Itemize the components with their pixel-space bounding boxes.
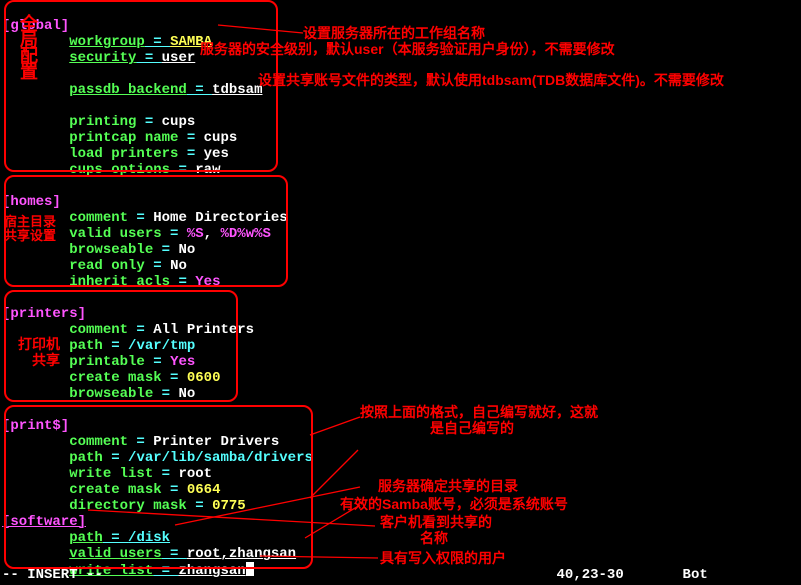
key-security: security: [69, 50, 136, 66]
key-homes-inherit: inherit acls: [69, 274, 170, 290]
status-pos: 40,23-30: [557, 567, 624, 583]
key-passdb: passdb backend: [69, 82, 187, 98]
anno-wlist: 具有写入权限的用户: [380, 550, 506, 566]
anno-workgroup: 设置服务器所在的工作组名称: [303, 25, 485, 41]
section-printers: [printers]: [2, 306, 86, 322]
key-load-printers: load printers: [69, 146, 178, 162]
val-passdb: tdbsam: [212, 82, 262, 98]
key-homes-browse: browseable: [69, 242, 153, 258]
anno-printd1: 按照上面的格式，自己编写就好，这就: [360, 404, 598, 420]
val-printcap: cups: [204, 130, 238, 146]
anno-printers-label2: 共享: [32, 352, 60, 368]
key-homes-valid: valid users: [69, 226, 161, 242]
anno-passdb: 设置共享账号文件的类型，默认使用tdbsam(TDB数据库文件)。不需要修改: [258, 72, 724, 88]
key-homes-comment: comment: [69, 210, 128, 226]
anno-printd2: 是自己编写的: [430, 420, 514, 436]
section-printd: [print$]: [2, 418, 69, 434]
val-homes-comment: Home Directories: [153, 210, 287, 226]
val-security: user: [162, 50, 196, 66]
key-printcap: printcap name: [69, 130, 178, 146]
val-cups-options: raw: [195, 162, 220, 178]
key-printing: printing: [69, 114, 136, 130]
anno-path: 服务器确定共享的目录: [378, 478, 518, 494]
file-content[interactable]: [global] workgroup = SAMBA security = us…: [2, 2, 313, 579]
anno-homes-label2: 共享设置: [4, 228, 56, 244]
val-printing: cups: [162, 114, 196, 130]
val-load-printers: yes: [204, 146, 229, 162]
anno-soft2: 名称: [420, 530, 448, 546]
key-homes-readonly: read only: [69, 258, 145, 274]
section-software: [software]: [2, 514, 86, 530]
anno-valid: 有效的Samba账号，必须是系统账号: [340, 496, 568, 512]
anno-soft1: 客户机看到共享的: [380, 514, 492, 530]
anno-global-label: 全局配置: [20, 14, 36, 78]
anno-printers-label1: 打印机: [18, 336, 60, 352]
key-cups-options: cups options: [69, 162, 170, 178]
terminal-screen[interactable]: [global] workgroup = SAMBA security = us…: [0, 0, 801, 585]
anno-security: 服务器的安全级别，默认user（本服务验证用户身份），不需要修改: [200, 41, 615, 57]
status-bar: -- INSERT -- 40,23-30 Bot: [2, 567, 799, 583]
section-homes: [homes]: [2, 194, 61, 210]
status-mode: -- INSERT --: [2, 567, 103, 583]
status-scroll: Bot: [683, 567, 708, 583]
key-workgroup: workgroup: [69, 34, 145, 50]
